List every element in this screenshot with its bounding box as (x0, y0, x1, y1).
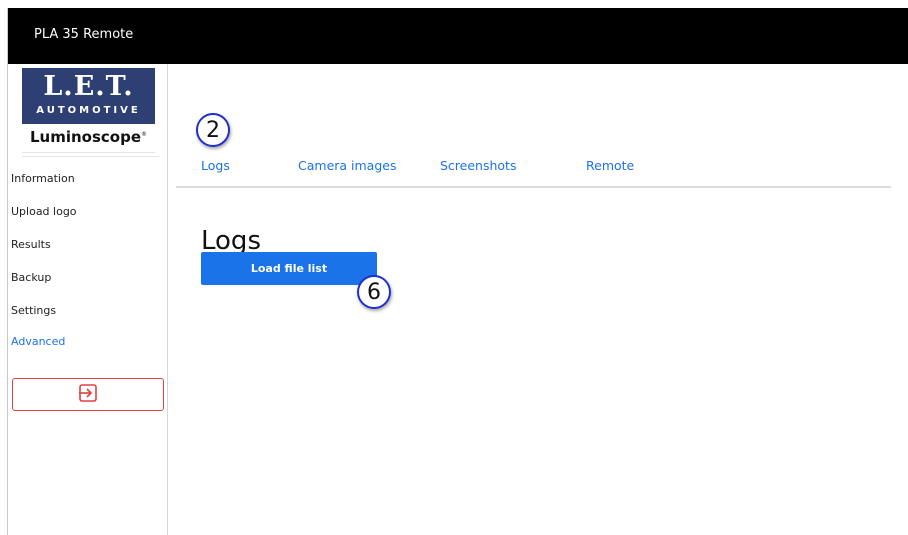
sidebar-item-results[interactable]: Results (11, 238, 51, 251)
sidebar-item-upload-logo[interactable]: Upload logo (11, 205, 77, 218)
sidebar-item-advanced[interactable]: Advanced (11, 335, 65, 348)
sidebar-item-information[interactable]: Information (11, 172, 75, 185)
logout-icon (78, 383, 98, 407)
tab-logs[interactable]: Logs (201, 158, 230, 173)
logo-brand: L.E.T. (43, 71, 134, 102)
tab-bar: Logs Camera images Screenshots Remote (168, 154, 892, 188)
sidebar: L.E.T. AUTOMOTIVE Luminoscope® Informati… (8, 64, 168, 535)
sidebar-divider (22, 156, 160, 157)
annotation-marker-2: 2 (196, 113, 230, 147)
tab-underline (176, 186, 891, 188)
tab-camera-images[interactable]: Camera images (298, 158, 396, 173)
main-content: 2 Logs Camera images Screenshots Remote … (168, 64, 908, 535)
logo-product: Luminoscope® (29, 128, 148, 146)
logo-subbrand: AUTOMOTIVE (36, 105, 141, 116)
tab-screenshots[interactable]: Screenshots (440, 158, 516, 173)
sidebar-item-settings[interactable]: Settings (11, 304, 56, 317)
window-title: PLA 35 Remote (34, 27, 134, 42)
sidebar-item-backup[interactable]: Backup (11, 271, 51, 284)
logout-button[interactable] (12, 378, 164, 411)
company-logo: L.E.T. AUTOMOTIVE Luminoscope® (22, 68, 155, 153)
tab-remote[interactable]: Remote (586, 158, 634, 173)
title-bar: PLA 35 Remote (8, 8, 908, 64)
load-file-list-button[interactable]: Load file list (201, 252, 377, 285)
annotation-marker-6: 6 (357, 275, 391, 309)
